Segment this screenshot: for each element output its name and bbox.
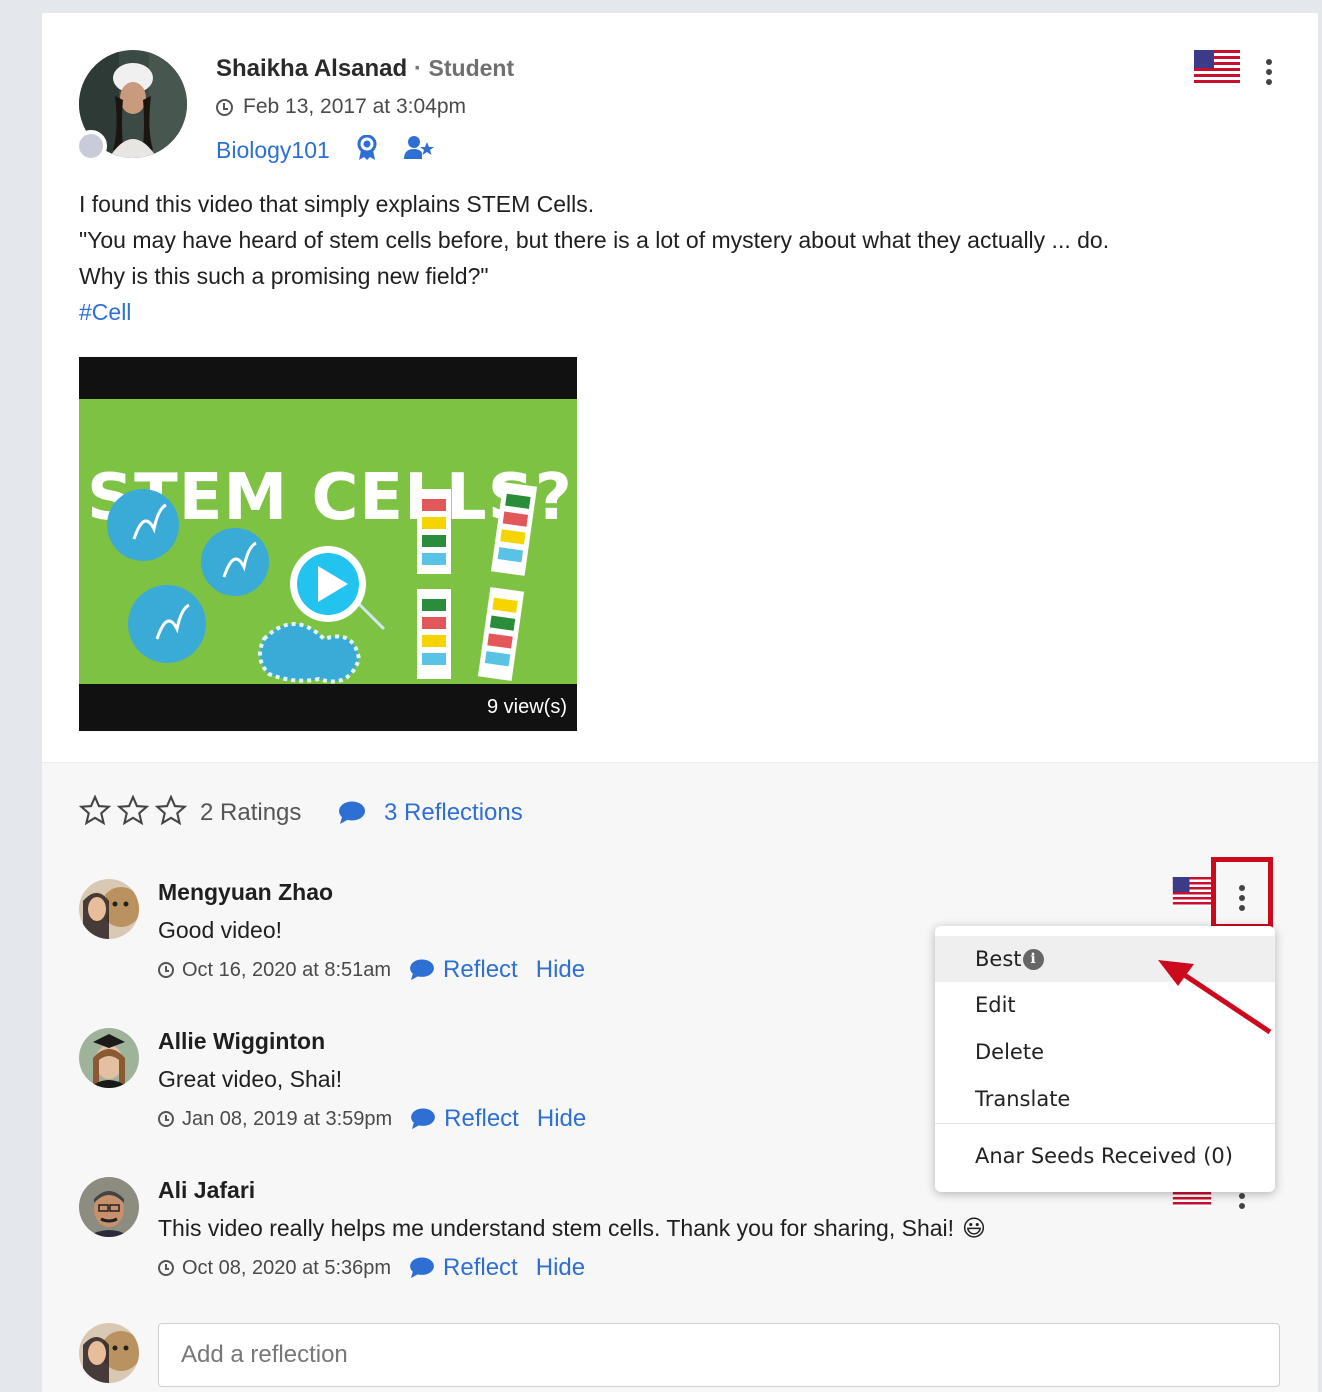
add-reflection-input[interactable] bbox=[158, 1323, 1280, 1387]
clock-icon bbox=[158, 1111, 174, 1127]
reflections-toggle[interactable]: 3 Reflections bbox=[338, 799, 523, 827]
course-row: Biology101 bbox=[216, 134, 434, 166]
play-icon[interactable] bbox=[286, 542, 370, 626]
menu-item-label: Delete bbox=[975, 1040, 1044, 1064]
clock-icon bbox=[216, 98, 233, 116]
reflect-button[interactable]: Reflect bbox=[409, 956, 518, 984]
hide-button[interactable]: Hide bbox=[536, 1254, 585, 1282]
comment-icon bbox=[410, 959, 434, 981]
view-count: 9 view(s) bbox=[486, 696, 567, 718]
reflection-timestamp: Oct 08, 2020 at 5:36pm bbox=[182, 1256, 392, 1279]
reflection-text-content: Good video! bbox=[158, 917, 283, 943]
video-player[interactable]: STEM CELLS? 9 view(s) bbox=[79, 357, 577, 731]
reflection-item: Ali Jafari This video really helps me un… bbox=[79, 1177, 1279, 1287]
menu-item-label: Translate bbox=[975, 1087, 1071, 1111]
menu-item-label: Best bbox=[975, 947, 1022, 971]
reflector-name[interactable]: Allie Wigginton bbox=[158, 1028, 325, 1055]
post-author-name[interactable]: Shaikha Alsanad bbox=[216, 55, 407, 82]
reflection-text-content: Great video, Shai! bbox=[158, 1066, 343, 1092]
video-thumbnail[interactable]: STEM CELLS? bbox=[79, 399, 577, 684]
post-timestamp: Feb 13, 2017 at 3:04pm bbox=[216, 95, 466, 119]
reflection-text-content: This video really helps me understand st… bbox=[158, 1215, 955, 1241]
reflection-text: Great video, Shai! bbox=[158, 1066, 342, 1093]
info-icon[interactable]: i bbox=[1022, 948, 1044, 970]
user-star-icon[interactable] bbox=[403, 136, 434, 165]
comment-icon bbox=[410, 1257, 434, 1279]
hide-button[interactable]: Hide bbox=[537, 1105, 586, 1133]
course-link[interactable]: Biology101 bbox=[216, 137, 330, 164]
us-flag-icon[interactable] bbox=[1172, 877, 1212, 907]
author-separator: · bbox=[407, 55, 429, 82]
post-options-icon[interactable] bbox=[1263, 59, 1275, 85]
menu-item-anar-seeds[interactable]: Anar Seeds Received (0) bbox=[935, 1133, 1275, 1179]
reflection-meta: Jan 08, 2019 at 3:59pm Reflect Hide bbox=[158, 1105, 586, 1133]
post-body: I found this video that simply explains … bbox=[79, 186, 1279, 330]
highlight-box bbox=[1211, 857, 1273, 929]
post-body-line: "You may have heard of stem cells before… bbox=[79, 227, 1110, 253]
star-outline-icon[interactable] bbox=[155, 795, 187, 825]
reflect-label[interactable]: Reflect bbox=[444, 1105, 519, 1133]
award-ribbon-icon[interactable] bbox=[356, 134, 378, 166]
post-body-line: I found this video that simply explains … bbox=[79, 191, 595, 217]
clock-icon bbox=[158, 962, 174, 978]
reflect-label[interactable]: Reflect bbox=[443, 1254, 518, 1282]
reflector-avatar[interactable] bbox=[79, 1028, 139, 1088]
reflect-button[interactable]: Reflect bbox=[409, 1254, 518, 1282]
reflection-timestamp: Oct 16, 2020 at 8:51am bbox=[182, 958, 392, 981]
post-body-line: Why is this such a promising new field?" bbox=[79, 263, 489, 289]
star-outline-icon[interactable] bbox=[79, 795, 111, 825]
reflector-name[interactable]: Ali Jafari bbox=[158, 1177, 255, 1204]
reflect-label[interactable]: Reflect bbox=[443, 956, 518, 984]
post-author-line: Shaikha Alsanad · Student bbox=[216, 55, 514, 83]
comment-icon bbox=[411, 1108, 436, 1130]
menu-item-translate[interactable]: Translate bbox=[935, 1076, 1275, 1122]
current-user-avatar bbox=[79, 1323, 139, 1383]
annotation-arrow bbox=[1158, 960, 1272, 1035]
reflection-meta: Oct 16, 2020 at 8:51am Reflect Hide bbox=[158, 956, 585, 984]
rating-stars[interactable] bbox=[79, 795, 187, 825]
smiley-emoji: 😃 bbox=[962, 1215, 987, 1242]
menu-divider bbox=[935, 1123, 1275, 1124]
reflection-timestamp: Jan 08, 2019 at 3:59pm bbox=[182, 1107, 393, 1130]
reflector-name[interactable]: Mengyuan Zhao bbox=[158, 879, 333, 906]
post-timestamp-text: Feb 13, 2017 at 3:04pm bbox=[243, 95, 466, 118]
reflector-avatar[interactable] bbox=[79, 879, 139, 939]
clock-icon bbox=[158, 1260, 174, 1276]
ratings-count[interactable]: 2 Ratings bbox=[200, 799, 301, 827]
reflection-text: Good video! bbox=[158, 917, 282, 944]
menu-item-label: Anar Seeds Received (0) bbox=[975, 1144, 1233, 1168]
reflector-avatar[interactable] bbox=[79, 1177, 139, 1237]
reflect-button[interactable]: Reflect bbox=[410, 1105, 519, 1133]
reflections-count[interactable]: 3 Reflections bbox=[384, 799, 523, 827]
status-indicator bbox=[75, 130, 107, 162]
hashtag-link[interactable]: #Cell bbox=[79, 294, 1279, 330]
reflection-meta: Oct 08, 2020 at 5:36pm Reflect Hide bbox=[158, 1254, 585, 1282]
reflection-text: This video really helps me understand st… bbox=[158, 1215, 986, 1242]
menu-item-label: Edit bbox=[975, 993, 1016, 1017]
author-role: Student bbox=[428, 55, 515, 81]
star-outline-icon[interactable] bbox=[117, 795, 149, 825]
comment-icon bbox=[339, 801, 365, 824]
hide-button[interactable]: Hide bbox=[536, 956, 585, 984]
us-flag-icon[interactable] bbox=[1194, 50, 1240, 86]
